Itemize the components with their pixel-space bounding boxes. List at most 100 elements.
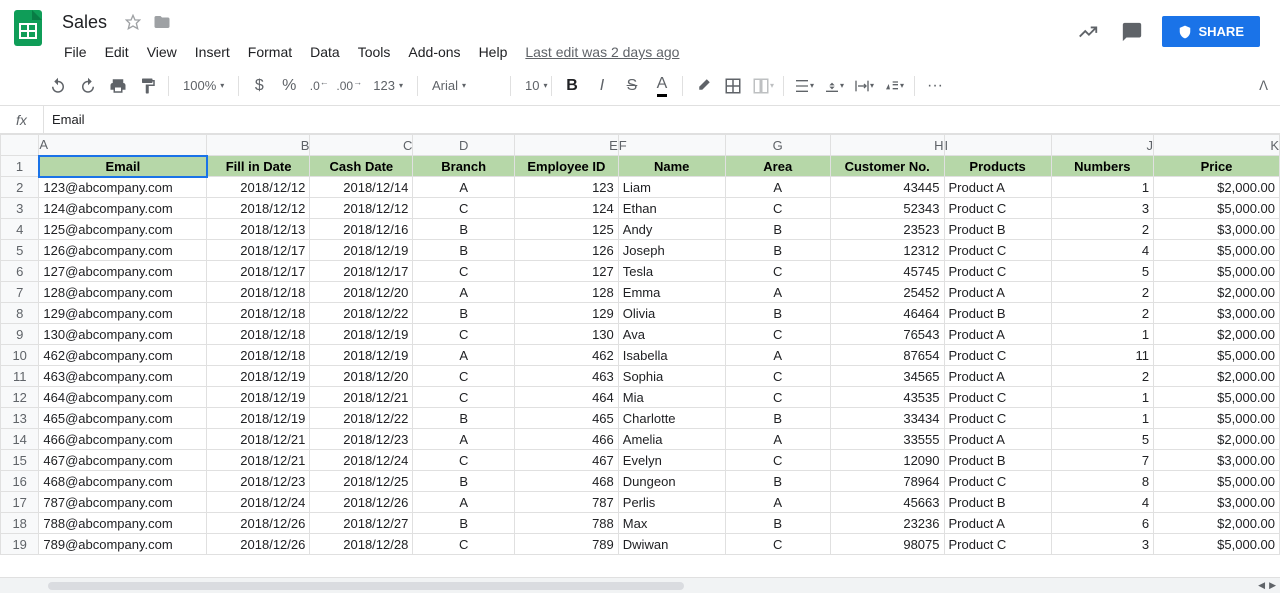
cell[interactable]: 123@abcompany.com [39, 177, 207, 198]
cell[interactable]: A [725, 492, 830, 513]
italic-button[interactable]: I [588, 73, 616, 99]
cell[interactable]: 2018/12/20 [310, 282, 413, 303]
row-header-6[interactable]: 6 [1, 261, 39, 282]
cell[interactable]: 2018/12/13 [207, 219, 310, 240]
cell[interactable]: $5,000.00 [1154, 345, 1280, 366]
col-header-A[interactable]: A [39, 135, 207, 156]
cell[interactable]: A [413, 345, 515, 366]
cell[interactable]: A [413, 429, 515, 450]
cell[interactable]: $2,000.00 [1154, 429, 1280, 450]
cell[interactable]: 2 [1051, 219, 1153, 240]
undo-button[interactable] [44, 73, 72, 99]
cell[interactable]: A [725, 429, 830, 450]
menu-edit[interactable]: Edit [97, 40, 137, 64]
menu-help[interactable]: Help [471, 40, 516, 64]
cell[interactable]: Ava [618, 324, 725, 345]
cell[interactable]: $3,000.00 [1154, 450, 1280, 471]
folder-icon[interactable] [153, 13, 171, 31]
cell[interactable]: C [413, 324, 515, 345]
cell[interactable]: 46464 [830, 303, 944, 324]
cell[interactable]: Isabella [618, 345, 725, 366]
cell[interactable]: $3,000.00 [1154, 219, 1280, 240]
cell[interactable]: 2018/12/26 [207, 534, 310, 555]
cell[interactable]: 124 [514, 198, 618, 219]
cell[interactable]: 467 [514, 450, 618, 471]
cell[interactable]: B [413, 513, 515, 534]
cell[interactable]: $5,000.00 [1154, 387, 1280, 408]
cell[interactable]: 76543 [830, 324, 944, 345]
cell[interactable]: 45663 [830, 492, 944, 513]
cell[interactable]: 130 [514, 324, 618, 345]
cell[interactable]: 2018/12/17 [207, 261, 310, 282]
col-header-F[interactable]: F [618, 135, 725, 156]
number-format-select[interactable]: 123▾ [365, 74, 411, 97]
cell[interactable]: 466 [514, 429, 618, 450]
header-cell[interactable]: Name [618, 156, 725, 177]
cell[interactable]: Ethan [618, 198, 725, 219]
cell[interactable]: $3,000.00 [1154, 492, 1280, 513]
cell[interactable]: Amelia [618, 429, 725, 450]
cell[interactable]: 788 [514, 513, 618, 534]
cell[interactable]: 33555 [830, 429, 944, 450]
row-header-3[interactable]: 3 [1, 198, 39, 219]
cell[interactable]: 789@abcompany.com [39, 534, 207, 555]
cell[interactable]: 2018/12/20 [310, 366, 413, 387]
cell[interactable]: B [413, 471, 515, 492]
print-button[interactable] [104, 73, 132, 99]
cell[interactable]: Product A [944, 513, 1051, 534]
cell[interactable]: 130@abcompany.com [39, 324, 207, 345]
cell[interactable]: 2018/12/19 [207, 387, 310, 408]
row-header-17[interactable]: 17 [1, 492, 39, 513]
cell[interactable]: $2,000.00 [1154, 324, 1280, 345]
header-cell[interactable]: Branch [413, 156, 515, 177]
cell[interactable]: A [725, 345, 830, 366]
cell[interactable]: Product A [944, 324, 1051, 345]
cell[interactable]: C [725, 534, 830, 555]
cell[interactable]: 463 [514, 366, 618, 387]
cell[interactable]: 2018/12/12 [207, 198, 310, 219]
cell[interactable]: Product C [944, 387, 1051, 408]
cell[interactable]: $3,000.00 [1154, 303, 1280, 324]
cell[interactable]: 127@abcompany.com [39, 261, 207, 282]
cell[interactable]: 2018/12/22 [310, 408, 413, 429]
col-header-H[interactable]: H [830, 135, 944, 156]
cell[interactable]: Product C [944, 198, 1051, 219]
cell[interactable]: B [413, 219, 515, 240]
cell[interactable]: Emma [618, 282, 725, 303]
trend-icon[interactable] [1074, 18, 1102, 46]
percent-button[interactable]: % [275, 73, 303, 99]
cell[interactable]: 2018/12/24 [310, 450, 413, 471]
cell[interactable]: Olivia [618, 303, 725, 324]
cell[interactable]: Product B [944, 303, 1051, 324]
cell[interactable]: Product C [944, 408, 1051, 429]
paint-format-button[interactable] [134, 73, 162, 99]
cell[interactable]: 4 [1051, 240, 1153, 261]
row-header-10[interactable]: 10 [1, 345, 39, 366]
cell[interactable]: Product C [944, 534, 1051, 555]
cell[interactable]: 463@abcompany.com [39, 366, 207, 387]
cell[interactable]: 87654 [830, 345, 944, 366]
cell[interactable]: Tesla [618, 261, 725, 282]
row-header-5[interactable]: 5 [1, 240, 39, 261]
cell[interactable]: $5,000.00 [1154, 198, 1280, 219]
sheets-logo[interactable] [8, 8, 48, 48]
col-header-G[interactable]: G [725, 135, 830, 156]
cell[interactable]: Perlis [618, 492, 725, 513]
cell[interactable]: C [413, 366, 515, 387]
decrease-decimal-button[interactable]: .0← [305, 73, 333, 99]
menu-view[interactable]: View [139, 40, 185, 64]
cell[interactable]: 128@abcompany.com [39, 282, 207, 303]
cell[interactable]: Product C [944, 345, 1051, 366]
cell[interactable]: B [413, 240, 515, 261]
cell[interactable]: $5,000.00 [1154, 471, 1280, 492]
cell[interactable]: Liam [618, 177, 725, 198]
menu-insert[interactable]: Insert [187, 40, 238, 64]
row-header-7[interactable]: 7 [1, 282, 39, 303]
cell[interactable]: 2018/12/28 [310, 534, 413, 555]
cell[interactable]: 2018/12/17 [207, 240, 310, 261]
formula-input[interactable]: Email [44, 112, 1280, 127]
font-size-select[interactable]: 10▾ [517, 74, 545, 97]
cell[interactable]: 1 [1051, 177, 1153, 198]
cell[interactable]: 2018/12/19 [310, 324, 413, 345]
cell[interactable]: B [725, 471, 830, 492]
